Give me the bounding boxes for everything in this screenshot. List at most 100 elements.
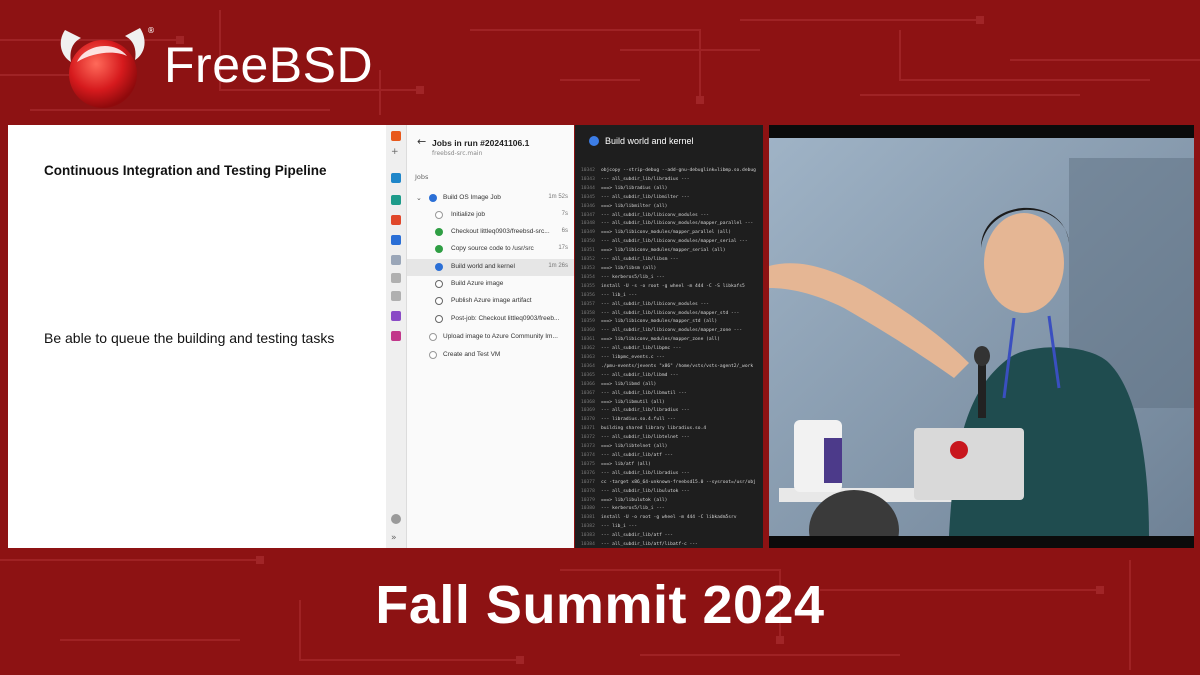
log-line: 10368 ===> lib/libmutil (all) [581,399,763,408]
log-line-text: --- all_subdir_lib/libmutil --- [601,390,687,396]
log-line-text: --- all_subdir_lib/libiconv_modules/mapp… [601,221,754,227]
environments-icon[interactable] [391,273,401,283]
chevron-down-icon[interactable]: ⌄ [416,194,422,202]
log-line-number: 10369 [581,408,595,414]
log-line-text: --- all_subdir_lib/libradius --- [601,176,690,182]
log-line-text: --- all_subdir_lib/libtelnet --- [601,435,690,441]
repos-icon[interactable] [391,215,401,225]
log-line-number: 10380 [581,506,595,512]
log-line-number: 10378 [581,488,595,494]
log-line: 10370 --- libradius.so.4.full --- [581,416,763,425]
jobs-header: ← Jobs in run #20241106.1 freebsd-src.ma… [407,125,574,159]
log-line: 10353 ===> lib/libsm (all) [581,265,763,274]
step-row-post-job-checkout[interactable]: Post-job: Checkout littleq0903/freeb... [407,311,574,328]
expand-rail-icon[interactable]: » [391,533,397,543]
step-label: Build Azure image [451,280,504,287]
log-line: 10351 ===> lib/libiconv_modules/mapper_se… [581,247,763,256]
step-duration: 17s [558,245,568,251]
overview-icon[interactable] [391,173,401,183]
slide-body-text: Be able to queue the building and testin… [44,330,335,346]
log-line: 10346 ===> lib/libmilter (all) [581,203,763,212]
log-line: 10363 --- libpmc_events.c --- [581,354,763,363]
log-line: 10356 --- lib_i --- [581,292,763,301]
add-icon[interactable]: + [391,147,399,157]
log-line-text: --- all_subdir_lib/libmd --- [601,372,679,378]
log-line: 10350 --- all_subdir_lib/libiconv_modules… [581,238,763,247]
log-line-text: ===> lib/libiconv_modules/mapper_serial … [601,248,726,254]
log-line: 10361 ===> lib/libiconv_modules/mapper_zo… [581,336,763,345]
log-line-number: 10372 [581,435,595,441]
log-line: 10344 ===> lib/libradius (all) [581,185,763,194]
log-line: 10364 ./pmu-events/jevents "x86" /home/vs… [581,363,763,372]
log-line-number: 10357 [581,301,595,307]
log-line-number: 10366 [581,381,595,387]
log-line: 10381 install -U -o root -g wheel -m 444 … [581,514,763,523]
log-line-text: --- lib_i --- [601,292,637,298]
log-line: 10343 --- all_subdir_lib/libradius --- [581,176,763,185]
log-line: 10360 --- all_subdir_lib/libiconv_modules… [581,327,763,336]
log-line-text: ===> lib/libiconv_modules/mapper_std (al… [601,319,718,325]
log-line-number: 10360 [581,328,595,334]
log-line-text: --- kerberos5/lib_i --- [601,274,665,280]
log-line-text: ===> lib/libsm (all) [601,265,657,271]
artifacts-icon[interactable] [391,331,401,341]
library-icon[interactable] [391,291,401,301]
succeeded-status-icon [435,228,443,236]
log-line-number: 10382 [581,524,595,530]
step-row-initialize-job[interactable]: Initialize job 7s [407,207,574,224]
log-line-number: 10345 [581,194,595,200]
log-line-number: 10383 [581,533,595,539]
log-line-text: ===> lib/libiconv_modules/mapper_paralle… [601,230,731,236]
log-line-number: 10351 [581,248,595,254]
log-line-number: 10381 [581,515,595,521]
jobs-panel: ← Jobs in run #20241106.1 freebsd-src.ma… [407,125,574,548]
step-row-copy-source[interactable]: Copy source code to /usr/src 17s [407,241,574,258]
job-row-build-os-image[interactable]: ⌄ Build OS Image Job 1m 52s [407,190,574,207]
log-line-text: objcopy --strip-debug --add-gnu-debuglin… [601,168,756,173]
log-line-text: building shared library libradius.so.4 [601,426,707,432]
job-label: Upload image to Azure Community Im... [443,333,558,340]
log-line-text: --- all_subdir_lib/libiconv_modules/mapp… [601,310,740,316]
log-line-number: 10354 [581,274,595,280]
log-line-number: 10344 [581,185,595,191]
boards-icon[interactable] [391,195,401,205]
log-line-text: ===> lib/libmd (all) [601,381,657,387]
log-line: 10362 --- all_subdir_lib/libpmc --- [581,345,763,354]
log-line-text: --- all_subdir_lib/libiconv_modules/mapp… [601,239,748,245]
log-line: 10379 ===> lib/libulutok (all) [581,497,763,506]
step-row-checkout[interactable]: Checkout littleq0903/freebsd-src... 6s [407,224,574,241]
log-line-number: 10377 [581,479,595,485]
step-label: Copy source code to /usr/src [451,245,534,252]
log-line-text: --- all_subdir_lib/libulutok --- [601,488,690,494]
freebsd-wordmark: FreeBSD [164,37,374,93]
job-duration: 1m 52s [548,194,568,200]
log-line-text: --- all_subdir_lib/libradius --- [601,408,690,414]
step-row-publish-artifact[interactable]: Publish Azure image artifact [407,293,574,310]
pipelines-icon[interactable] [391,235,401,245]
log-line-text: ===> lib/libulutok (all) [601,497,668,503]
log-line-text: --- all_subdir_lib/atf --- [601,533,673,539]
log-line-number: 10365 [581,372,595,378]
pipeline-runs-icon[interactable] [391,255,401,265]
test-plans-icon[interactable] [391,311,401,321]
log-line-text: --- all_subdir_lib/libiconv_modules --- [601,301,709,307]
log-line: 10345 --- all_subdir_lib/libmilter --- [581,194,763,203]
step-label: Initialize job [451,211,485,218]
build-log-panel: Build world and kernel 10342 objcopy --st… [575,125,763,548]
log-line-number: 10373 [581,444,595,450]
org-avatar-icon[interactable] [391,131,401,141]
log-line: 10359 ===> lib/libiconv_modules/mapper_st… [581,318,763,327]
log-line-text: ===> lib/libiconv_modules/mapper_zone (a… [601,337,720,343]
back-arrow-icon[interactable]: ← [417,135,426,148]
jobs-section-label: Jobs [415,173,429,181]
step-row-build-world-kernel[interactable]: Build world and kernel 1m 26s [407,259,574,276]
log-line-number: 10342 [581,168,595,173]
log-line: 10374 --- all_subdir_lib/atf --- [581,452,763,461]
settings-gear-icon[interactable] [391,514,401,524]
log-line: 10367 --- all_subdir_lib/libmutil --- [581,390,763,399]
step-row-build-azure-image[interactable]: Build Azure image [407,276,574,293]
log-line-number: 10353 [581,265,595,271]
job-row-create-test-vm[interactable]: Create and Test VM [407,347,574,364]
job-row-upload-image[interactable]: Upload image to Azure Community Im... [407,329,574,346]
log-output[interactable]: 10342 objcopy --strip-debug --add-gnu-deb… [581,167,763,548]
